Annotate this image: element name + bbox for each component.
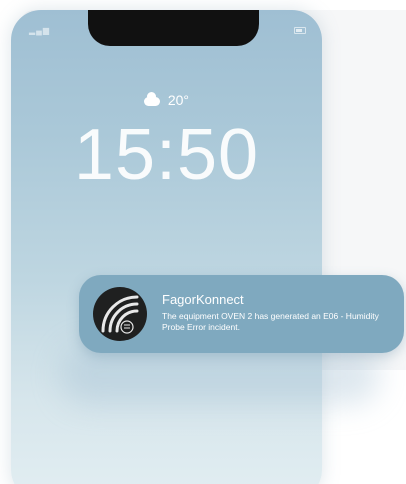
- fagor-app-icon: [93, 287, 147, 341]
- weather-widget: 20°: [11, 91, 322, 108]
- notification-app-name: FagorKonnect: [162, 292, 244, 307]
- cloud-icon: [143, 91, 160, 106]
- lock-screen-clock: 15:50: [73, 115, 260, 195]
- phone-notch: [88, 10, 259, 46]
- weather-temperature: 20°: [167, 92, 190, 108]
- phone-lock-screen: ▂▄▆ 20° 15:50: [11, 10, 322, 484]
- notification-shadow: [60, 345, 380, 405]
- stage: ▂▄▆ 20° 15:50 FagorKonnect The equipment…: [0, 0, 406, 484]
- notification-message: The equipment OVEN 2 has generated an E0…: [162, 311, 379, 332]
- battery-icon: [294, 27, 306, 35]
- push-notification[interactable]: FagorKonnect The equipment OVEN 2 has ge…: [79, 275, 404, 353]
- signal-icon: ▂▄▆: [29, 26, 50, 35]
- wifi-signal-icon: [101, 295, 139, 334]
- battery-status: [291, 26, 306, 35]
